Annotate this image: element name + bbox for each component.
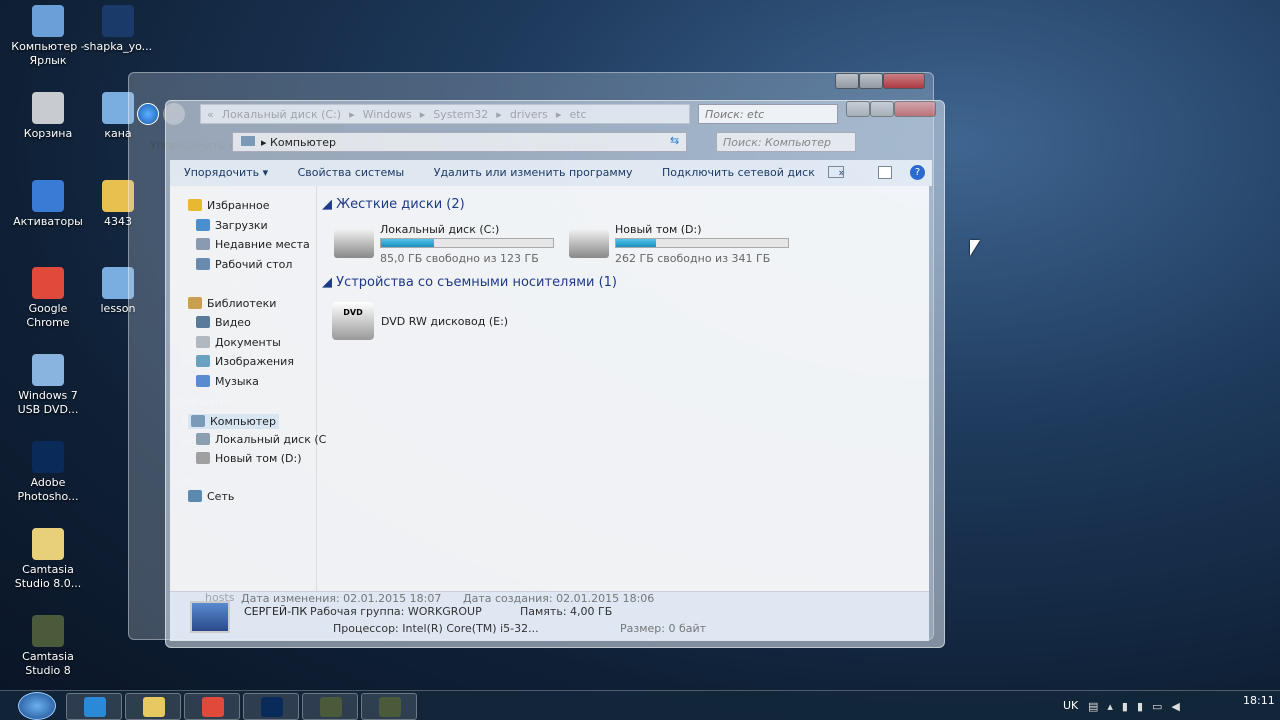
camtasia-icon [320, 697, 342, 717]
music-icon [196, 375, 210, 387]
drive-icon [196, 433, 210, 445]
video-icon [196, 316, 210, 328]
minimize-button[interactable] [846, 101, 870, 117]
camtasia-icon [32, 615, 64, 647]
address-bar[interactable]: ▸ Компьютер [232, 132, 687, 152]
recent-places-icon [196, 238, 210, 250]
camtasia-recorder-icon [379, 697, 401, 717]
hard-drive-icon [569, 230, 609, 258]
chrome-icon [32, 267, 64, 299]
downloads-icon [196, 219, 210, 231]
desktop-icon[interactable]: Активаторы [8, 180, 88, 229]
taskbar: UK ▤▴▮▮▭◀ 18:11 [0, 690, 1280, 720]
etc-status-size: Размер: 0 байт [620, 622, 707, 635]
desktop-icon[interactable]: Camtasia Studio 8 [8, 615, 88, 678]
nav-item[interactable]: Сеть [188, 490, 234, 503]
desktop-icon[interactable]: Корзина [8, 92, 88, 141]
etc-status-modified: Дата изменения: 02.01.2015 18:07 [241, 592, 442, 605]
desktop-icon[interactable]: shapka_yo... [78, 5, 158, 54]
dvd-drive-icon: DVD [332, 302, 374, 340]
start-button[interactable] [18, 692, 56, 720]
computer-icon [32, 5, 64, 37]
ie-icon [84, 697, 106, 717]
network-icon [188, 490, 202, 502]
uninstall-program-button[interactable]: Удалить или изменить программу [434, 166, 633, 179]
language-indicator[interactable]: UK [1063, 699, 1078, 712]
nav-item[interactable]: Избранное [188, 199, 269, 212]
nav-item[interactable]: Документы [196, 336, 281, 349]
drive-icon [196, 452, 210, 464]
help-icon[interactable]: ? [910, 165, 925, 180]
close-button[interactable] [883, 73, 925, 89]
folder-icon [32, 528, 64, 560]
drive-item[interactable]: Локальный диск (C:) 85,0 ГБ свободно из 1… [332, 220, 562, 268]
drive-item[interactable]: Новый том (D:) 262 ГБ свободно из 341 ГБ [567, 220, 797, 268]
etc-status-created: Дата создания: 02.01.2015 18:06 [463, 592, 655, 605]
taskbar-chrome-button[interactable] [184, 693, 240, 720]
taskbar-camtasia-recorder-button[interactable] [361, 693, 417, 720]
chrome-icon [202, 697, 224, 717]
psd-file-icon [102, 5, 134, 37]
desktop-icon[interactable]: Google Chrome [8, 267, 88, 330]
usb-tool-icon [32, 354, 64, 386]
etc-status-name: hosts [205, 591, 235, 604]
nav-item[interactable]: Библиотеки [188, 297, 276, 310]
clock[interactable]: 18:11 [1243, 694, 1275, 707]
desktop-icon[interactable]: Компьютер - Ярлык [8, 5, 88, 68]
taskbar-photoshop-button[interactable] [243, 693, 299, 720]
documents-icon [196, 336, 210, 348]
close-button[interactable] [894, 101, 936, 117]
photoshop-icon [261, 697, 283, 717]
organize-button[interactable]: Упорядочить ▾ [184, 166, 268, 179]
group-removable[interactable]: ◢ Устройства со съемными носителями (1) [322, 275, 617, 290]
hard-drive-icon [334, 230, 374, 258]
group-hard-drives[interactable]: ◢ Жесткие диски (2) [322, 197, 465, 212]
libraries-icon [188, 297, 202, 309]
search-input[interactable]: Поиск: Компьютер [716, 132, 856, 152]
photoshop-icon [32, 441, 64, 473]
nav-item[interactable]: Музыка [196, 375, 259, 388]
nav-item[interactable]: Недавние места [196, 238, 310, 251]
maximize-button[interactable] [859, 73, 883, 89]
desktop-icon[interactable]: Adobe Photosho... [8, 441, 88, 504]
back-button[interactable] [137, 103, 159, 125]
minimize-button[interactable] [835, 73, 859, 89]
taskbar-camtasia-button[interactable] [302, 693, 358, 720]
nav-item[interactable]: Рабочий стол [196, 258, 292, 271]
pictures-icon [196, 355, 210, 367]
tray-icons[interactable]: ▤▴▮▮▭◀ [1088, 700, 1189, 713]
drive-usage-bar [615, 238, 789, 248]
mouse-cursor [970, 240, 980, 256]
system-properties-button[interactable]: Свойства системы [298, 166, 405, 179]
nav-item[interactable]: Новый том (D:) [196, 452, 302, 465]
nav-item[interactable]: Компьютер [188, 414, 279, 429]
drive-usage-bar [380, 238, 554, 248]
nav-item[interactable]: Загрузки [196, 219, 268, 232]
maximize-button[interactable] [870, 101, 894, 117]
view-options-icon[interactable] [828, 166, 844, 178]
nav-item[interactable]: Видео [196, 316, 251, 329]
desktop-icon[interactable]: Camtasia Studio 8.0... [8, 528, 88, 591]
map-network-drive-button[interactable]: Подключить сетевой диск [662, 166, 815, 179]
nav-item[interactable]: Локальный диск (C [196, 433, 326, 446]
preview-pane-icon[interactable] [878, 166, 892, 179]
explorer-icon [143, 697, 165, 717]
star-icon [188, 199, 202, 211]
nav-item[interactable]: Изображения [196, 355, 294, 368]
refresh-button[interactable]: ⇆ [670, 134, 679, 147]
recycle-bin-icon [32, 92, 64, 124]
taskbar-explorer-button[interactable] [125, 693, 181, 720]
search-etc[interactable]: Поиск: etc [698, 104, 838, 124]
taskbar-ie-button[interactable] [66, 693, 122, 720]
folder-icon [32, 180, 64, 212]
computer-name: СЕРГЕЙ-ПК [244, 605, 308, 618]
computer-icon [191, 415, 205, 427]
desktop-icon [196, 258, 210, 270]
computer-icon [241, 136, 255, 146]
desktop-icon[interactable]: Windows 7 USB DVD... [8, 354, 88, 417]
computer-large-icon [190, 601, 230, 633]
